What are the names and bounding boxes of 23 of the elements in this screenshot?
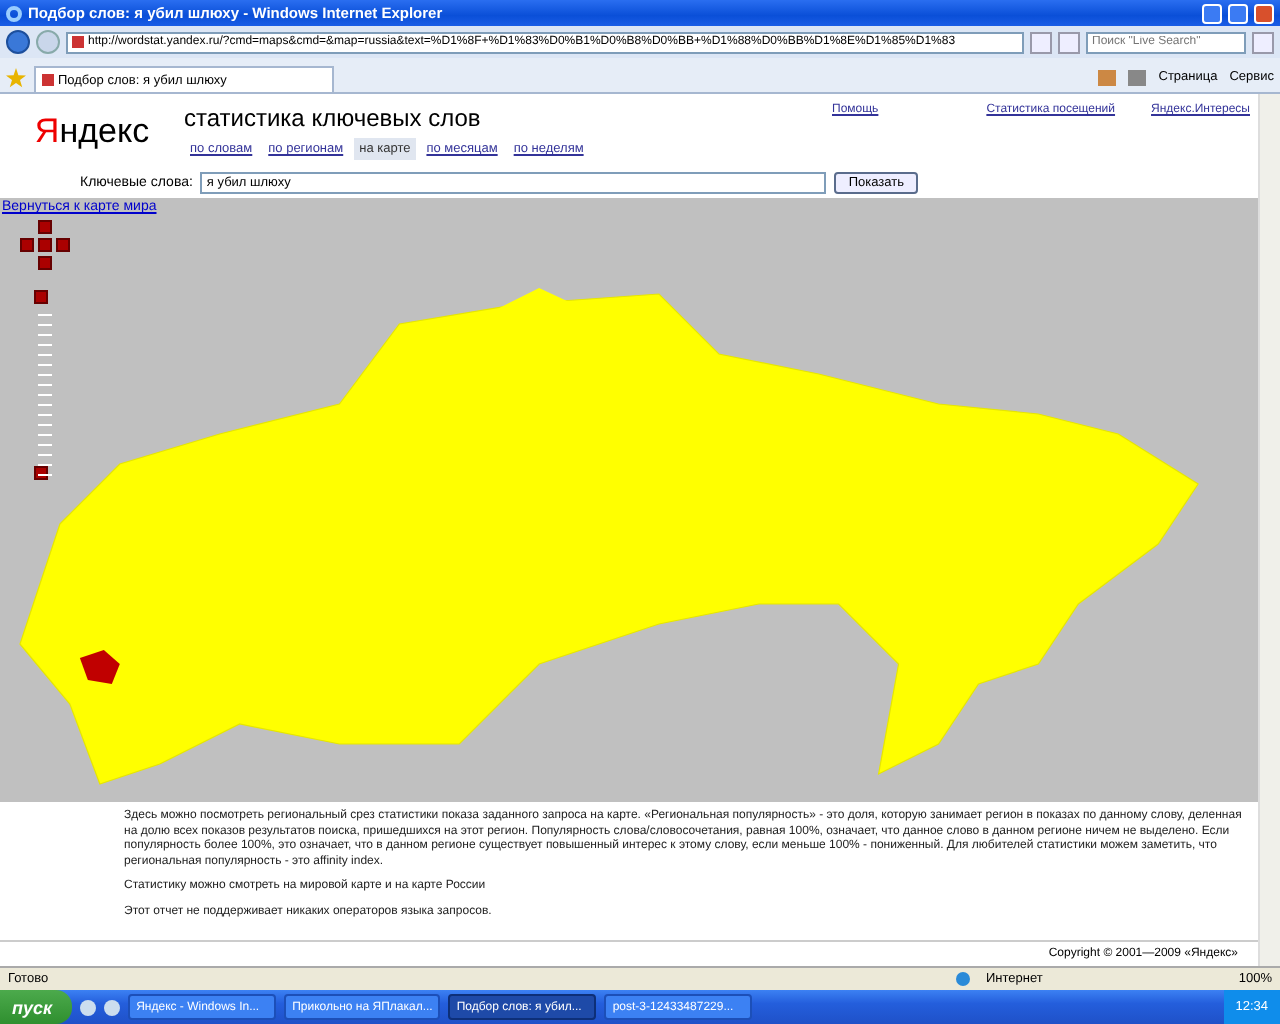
- back-button[interactable]: [6, 30, 30, 54]
- zoom-slider-track[interactable]: [38, 314, 52, 476]
- refresh-button[interactable]: [1030, 31, 1052, 53]
- stop-button[interactable]: [1058, 31, 1080, 53]
- browser-logo-icon: [6, 5, 22, 21]
- page-title: статистика ключевых слов: [184, 104, 483, 132]
- maximize-button[interactable]: [1228, 3, 1248, 23]
- pan-left-button[interactable]: [20, 238, 34, 252]
- site-icon: [42, 74, 54, 86]
- pan-right-button[interactable]: [56, 238, 70, 252]
- scrollbar[interactable]: [1258, 94, 1280, 966]
- zoom-out-button[interactable]: [34, 466, 48, 480]
- yandex-logo: Яндекс: [32, 110, 152, 152]
- pan-up-button[interactable]: [38, 220, 52, 234]
- favorites-star-icon[interactable]: [6, 68, 26, 88]
- center-button[interactable]: [38, 238, 52, 252]
- site-icon: [72, 36, 84, 48]
- close-button[interactable]: [1254, 3, 1274, 23]
- globe-icon: [956, 972, 970, 986]
- minimize-button[interactable]: [1202, 3, 1222, 23]
- start-button[interactable]: пуск: [0, 990, 73, 1024]
- zoom-in-button[interactable]: [34, 290, 48, 304]
- pan-down-button[interactable]: [38, 256, 52, 270]
